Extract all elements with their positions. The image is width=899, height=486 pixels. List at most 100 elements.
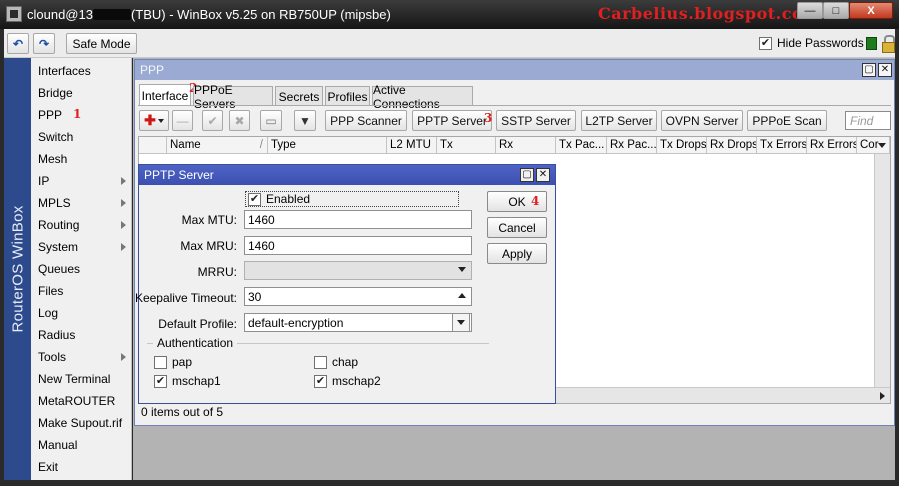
column-header[interactable]: Tx (437, 137, 496, 154)
keepalive-input[interactable]: 30 (244, 287, 472, 306)
column-header[interactable]: L2 MTU (387, 137, 437, 154)
column-header[interactable]: Tx Errors (757, 137, 807, 154)
sidebar-item-label: MetaROUTER (38, 394, 116, 408)
pap-checkbox[interactable] (154, 355, 167, 369)
ok-button[interactable]: OK 4 (487, 191, 547, 212)
filter-icon: ▼ (299, 113, 311, 128)
column-header[interactable]: Cor (857, 137, 890, 154)
comment-button[interactable]: ▭ (260, 110, 282, 131)
window-title-bar[interactable]: clound@13 (TBU) - WinBox v5.25 on RB750UP… (0, 0, 899, 29)
pptp-dialog-caption[interactable]: PPTP Server ▢ ✕ (139, 165, 555, 185)
sidebar-item-new-terminal[interactable]: New Terminal (31, 368, 132, 390)
close-button[interactable]: X (849, 2, 893, 19)
sidebar-item-bridge[interactable]: Bridge (31, 82, 132, 104)
enabled-toggle[interactable]: ✔ Enabled (245, 191, 459, 207)
sstp-server-button[interactable]: SSTP Server (496, 110, 576, 131)
sidebar-item-exit[interactable]: Exit (31, 456, 132, 478)
apply-button[interactable]: Apply (487, 243, 547, 264)
max-mru-input[interactable]: 1460 (244, 236, 472, 255)
undo-button[interactable]: ↶ (7, 33, 29, 54)
sidebar-item-ppp[interactable]: PPP 1 (31, 104, 132, 126)
sidebar-item-interfaces[interactable]: Interfaces (31, 60, 132, 82)
max-mtu-input[interactable]: 1460 (244, 210, 472, 229)
default-profile-select[interactable]: default-encryption (244, 313, 472, 332)
sidebar-item-mpls[interactable]: MPLS (31, 192, 132, 214)
restore-icon: ▢ (522, 169, 532, 180)
mrru-dropdown-icon[interactable] (458, 267, 466, 272)
mschap2-checkbox[interactable]: ✔ (314, 374, 327, 388)
safe-mode-button[interactable]: Safe Mode (66, 33, 137, 54)
column-header[interactable] (139, 137, 167, 154)
tab-label: Active Connections (373, 82, 440, 111)
auth-mschap2[interactable]: ✔ mschap2 (314, 374, 381, 388)
keepalive-collapse-icon[interactable] (458, 293, 466, 298)
sidebar-item-make-supout[interactable]: Make Supout.rif (31, 412, 132, 434)
tab-secrets[interactable]: Secrets (275, 86, 323, 106)
maximize-button[interactable]: □ (823, 2, 849, 19)
dialog-close-button[interactable]: ✕ (536, 168, 550, 182)
sidebar-item-switch[interactable]: Switch (31, 126, 132, 148)
column-header[interactable]: Rx (496, 137, 556, 154)
annotation-4: 4 (531, 194, 540, 208)
tab-active-connections[interactable]: Active Connections (372, 83, 473, 111)
default-profile-dropdown-button[interactable] (452, 313, 470, 332)
redo-button[interactable]: ↷ (33, 33, 55, 54)
lock-icon (882, 35, 895, 53)
hide-passwords-toggle[interactable]: ✔ Hide Passwords (759, 36, 864, 50)
cancel-button[interactable]: Cancel (487, 217, 547, 238)
ppp-scanner-button[interactable]: PPP Scanner (325, 110, 407, 131)
pppoe-scan-button[interactable]: PPPoE Scan (747, 110, 827, 131)
column-header[interactable]: Rx Errors (807, 137, 857, 154)
add-button[interactable]: ✚ (139, 110, 169, 131)
ovpn-server-button[interactable]: OVPN Server (661, 110, 743, 131)
tab-interface[interactable]: Interface2 (139, 81, 197, 106)
pptp-server-label: PPTP Server (417, 113, 487, 128)
enable-button[interactable]: ✔ (202, 110, 223, 131)
dropdown-arrow-icon (457, 320, 465, 325)
redo-icon: ↷ (38, 36, 50, 51)
l2tp-server-button[interactable]: L2TP Server (581, 110, 657, 131)
mschap2-label: mschap2 (332, 374, 381, 388)
tab-pppoe-servers[interactable]: PPPoE Servers (193, 83, 273, 111)
annotation-3: 3 (484, 111, 493, 125)
scroll-right-icon[interactable] (880, 392, 885, 400)
auth-chap[interactable]: chap (314, 355, 358, 369)
enabled-checkbox[interactable]: ✔ (248, 192, 261, 206)
mrru-input[interactable] (244, 261, 472, 280)
tab-profiles[interactable]: Profiles (325, 86, 370, 106)
minus-icon: — (176, 113, 189, 128)
column-header[interactable]: Rx Pac... (607, 137, 657, 154)
pptp-server-button[interactable]: PPTP Server 3 (412, 110, 492, 131)
close-icon: ✕ (880, 64, 890, 75)
column-header[interactable]: Tx Pac... (556, 137, 607, 154)
minimize-button[interactable]: — (797, 2, 823, 19)
dialog-restore-button[interactable]: ▢ (520, 168, 534, 182)
ppp-close-button[interactable]: ✕ (878, 63, 892, 77)
column-header[interactable]: Type (268, 137, 387, 154)
pptp-server-dialog: PPTP Server ▢ ✕ ✔ Enabled Max MTU: 1460 … (135, 164, 556, 404)
winbox-app-icon (6, 6, 22, 22)
sidebar-item-manual[interactable]: Manual (31, 434, 132, 456)
auth-pap[interactable]: pap (154, 355, 192, 369)
column-header[interactable]: Rx Drops (707, 137, 757, 154)
redaction-mark (92, 9, 131, 20)
vertical-scrollbar[interactable] (874, 154, 890, 403)
column-header[interactable]: Name / (167, 137, 268, 154)
hide-passwords-checkbox[interactable]: ✔ (759, 36, 772, 50)
ppp-window-caption[interactable]: PPP ▢ ✕ (135, 60, 894, 80)
remove-button[interactable]: — (172, 110, 193, 131)
mschap1-checkbox[interactable]: ✔ (154, 374, 167, 388)
find-input[interactable]: Find (845, 111, 891, 130)
filter-button[interactable]: ▼ (294, 110, 316, 131)
tab-label: Profiles (327, 89, 368, 104)
mschap1-label: mschap1 (172, 374, 221, 388)
column-header[interactable]: Tx Drops (657, 137, 707, 154)
sidebar-item-ip[interactable]: IP (31, 170, 132, 192)
auth-mschap1[interactable]: ✔ mschap1 (154, 374, 221, 388)
sidebar-item-tools[interactable]: Tools (31, 346, 132, 368)
ppp-restore-button[interactable]: ▢ (862, 63, 876, 77)
sidebar-item-mesh[interactable]: Mesh (31, 148, 132, 170)
sidebar-item-metarouter[interactable]: MetaROUTER (31, 390, 132, 412)
disable-button[interactable]: ✖ (229, 110, 250, 131)
chap-checkbox[interactable] (314, 355, 327, 369)
